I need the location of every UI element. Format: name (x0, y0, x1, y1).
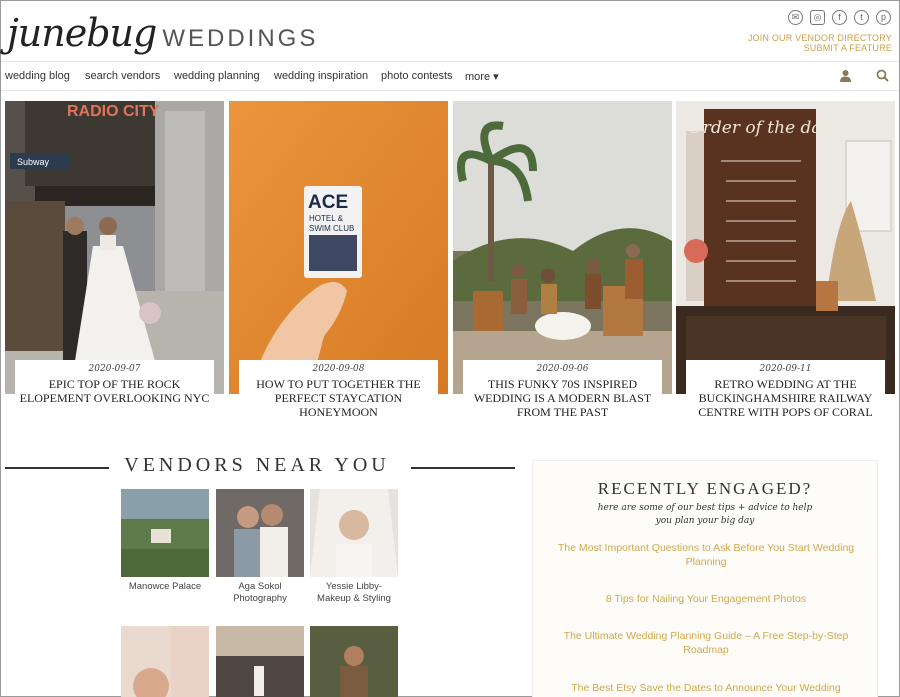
vendors-heading: VENDORS NEAR YOU (1, 453, 521, 483)
post-image[interactable]: Order of the day (676, 101, 895, 394)
user-icon[interactable] (839, 69, 852, 85)
vendor-image[interactable] (310, 626, 398, 697)
post-date: 2020-09-06 (536, 364, 589, 374)
radio-city-sign: RADIO CITY (67, 103, 160, 120)
post-caption: 2020-09-08 HOW TO PUT TOGETHER THE PERFE… (239, 360, 438, 426)
post-title[interactable]: EPIC TOP OF THE ROCK ELOPEMENT OVERLOOKI… (15, 377, 214, 405)
vendor-name[interactable]: Yessie Libby-Makeup & Styling (310, 581, 398, 605)
post-image[interactable] (453, 101, 672, 394)
post-image[interactable]: Subway RADIO CITY (5, 101, 224, 394)
vendors-heading-text: VENDORS NEAR YOU (124, 454, 390, 476)
engaged-link[interactable]: The Ultimate Wedding Planning Guide – A … (533, 629, 879, 657)
vendor-card[interactable] (216, 626, 304, 697)
join-vendor-directory-link[interactable]: JOIN OUR VENDOR DIRECTORY (748, 33, 892, 43)
nav-wedding-planning[interactable]: wedding planning (174, 70, 260, 82)
main-nav: wedding blog search vendors wedding plan… (1, 61, 899, 91)
vendor-image[interactable] (216, 489, 304, 577)
post-caption: 2020-09-06 THIS FUNKY 70S INSPIRED WEDDI… (463, 360, 662, 426)
engaged-link[interactable]: The Most Important Questions to Ask Befo… (533, 541, 879, 569)
recently-engaged-panel: RECENTLY ENGAGED? here are some of our b… (532, 460, 878, 697)
vendor-card[interactable]: Yessie Libby-Makeup & Styling (310, 489, 398, 605)
engaged-link[interactable]: 8 Tips for Nailing Your Engagement Photo… (533, 592, 879, 606)
featured-posts: Subway RADIO CITY 2020-09-07 EPIC TOP OF… (5, 101, 895, 426)
email-icon[interactable]: ✉ (788, 10, 803, 25)
search-icon[interactable] (876, 69, 889, 85)
vendor-image[interactable] (216, 626, 304, 697)
heading-rule-left (5, 467, 109, 469)
vendor-image[interactable] (310, 489, 398, 577)
logo-word: WEDDINGS (162, 25, 319, 52)
nav-search-vendors[interactable]: search vendors (85, 70, 160, 82)
twitter-icon[interactable]: t (854, 10, 869, 25)
vendors-near-you: VENDORS NEAR YOU Manowce Palace Aga Soko… (1, 453, 521, 697)
post-card[interactable]: Subway RADIO CITY 2020-09-07 EPIC TOP OF… (5, 101, 224, 426)
heading-rule-right (411, 467, 515, 469)
nav-more-dropdown[interactable]: more ▾ (465, 70, 499, 83)
submit-feature-link[interactable]: SUBMIT A FEATURE (748, 43, 892, 53)
logo-script: junebug (7, 11, 157, 55)
instagram-icon[interactable]: ◎ (810, 10, 825, 25)
card-hotel: HOTEL & (309, 214, 344, 223)
site-logo[interactable]: junebug WEDDINGS (7, 11, 319, 55)
vendor-card[interactable]: Manowce Palace (121, 489, 209, 593)
social-links: ✉ ◎ f t p (788, 10, 891, 25)
vendor-card[interactable] (121, 626, 209, 697)
nav-photo-contests[interactable]: photo contests (381, 70, 453, 82)
post-caption: 2020-09-07 EPIC TOP OF THE ROCK ELOPEMEN… (15, 360, 214, 426)
post-date: 2020-09-08 (312, 364, 365, 374)
card-ace: ACE (308, 192, 348, 213)
post-date: 2020-09-11 (759, 364, 812, 374)
nav-wedding-inspiration[interactable]: wedding inspiration (274, 70, 368, 82)
post-date: 2020-09-07 (88, 364, 141, 374)
post-title[interactable]: RETRO WEDDING AT THE BUCKINGHAMSHIRE RAI… (686, 377, 885, 419)
vendor-card[interactable]: Aga Sokol Photography (216, 489, 304, 605)
header-links: JOIN OUR VENDOR DIRECTORY SUBMIT A FEATU… (748, 33, 892, 53)
engaged-title: RECENTLY ENGAGED? (597, 479, 813, 498)
post-image[interactable]: ACE HOTEL & SWIM CLUB (229, 101, 448, 394)
post-title[interactable]: HOW TO PUT TOGETHER THE PERFECT STAYCATI… (239, 377, 438, 419)
engaged-subtitle: here are some of our best tips + advice … (597, 503, 813, 526)
vendor-name[interactable]: Manowce Palace (121, 581, 209, 593)
facebook-icon[interactable]: f (832, 10, 847, 25)
post-card[interactable]: 2020-09-06 THIS FUNKY 70S INSPIRED WEDDI… (453, 101, 672, 426)
post-card[interactable]: Order of the day 2020-09-11 RETRO WEDDIN… (676, 101, 895, 426)
order-sign: Order of the day (689, 118, 832, 138)
post-card[interactable]: ACE HOTEL & SWIM CLUB 2020-09-08 HOW TO … (229, 101, 448, 426)
vendor-card[interactable] (310, 626, 398, 697)
nav-wedding-blog[interactable]: wedding blog (5, 70, 70, 82)
card-swim: SWIM CLUB (309, 224, 354, 233)
post-caption: 2020-09-11 RETRO WEDDING AT THE BUCKINGH… (686, 360, 885, 426)
engaged-link[interactable]: The Best Etsy Save the Dates to Announce… (533, 681, 879, 695)
vendor-name[interactable]: Aga Sokol Photography (216, 581, 304, 605)
post-title[interactable]: THIS FUNKY 70S INSPIRED WEDDING IS A MOD… (463, 377, 662, 419)
pinterest-icon[interactable]: p (876, 10, 891, 25)
subway-sign: Subway (17, 157, 50, 167)
site-header: junebug WEDDINGS ✉ ◎ f t p JOIN OUR VEND… (1, 1, 899, 61)
vendor-image[interactable] (121, 489, 209, 577)
vendor-image[interactable] (121, 626, 209, 697)
